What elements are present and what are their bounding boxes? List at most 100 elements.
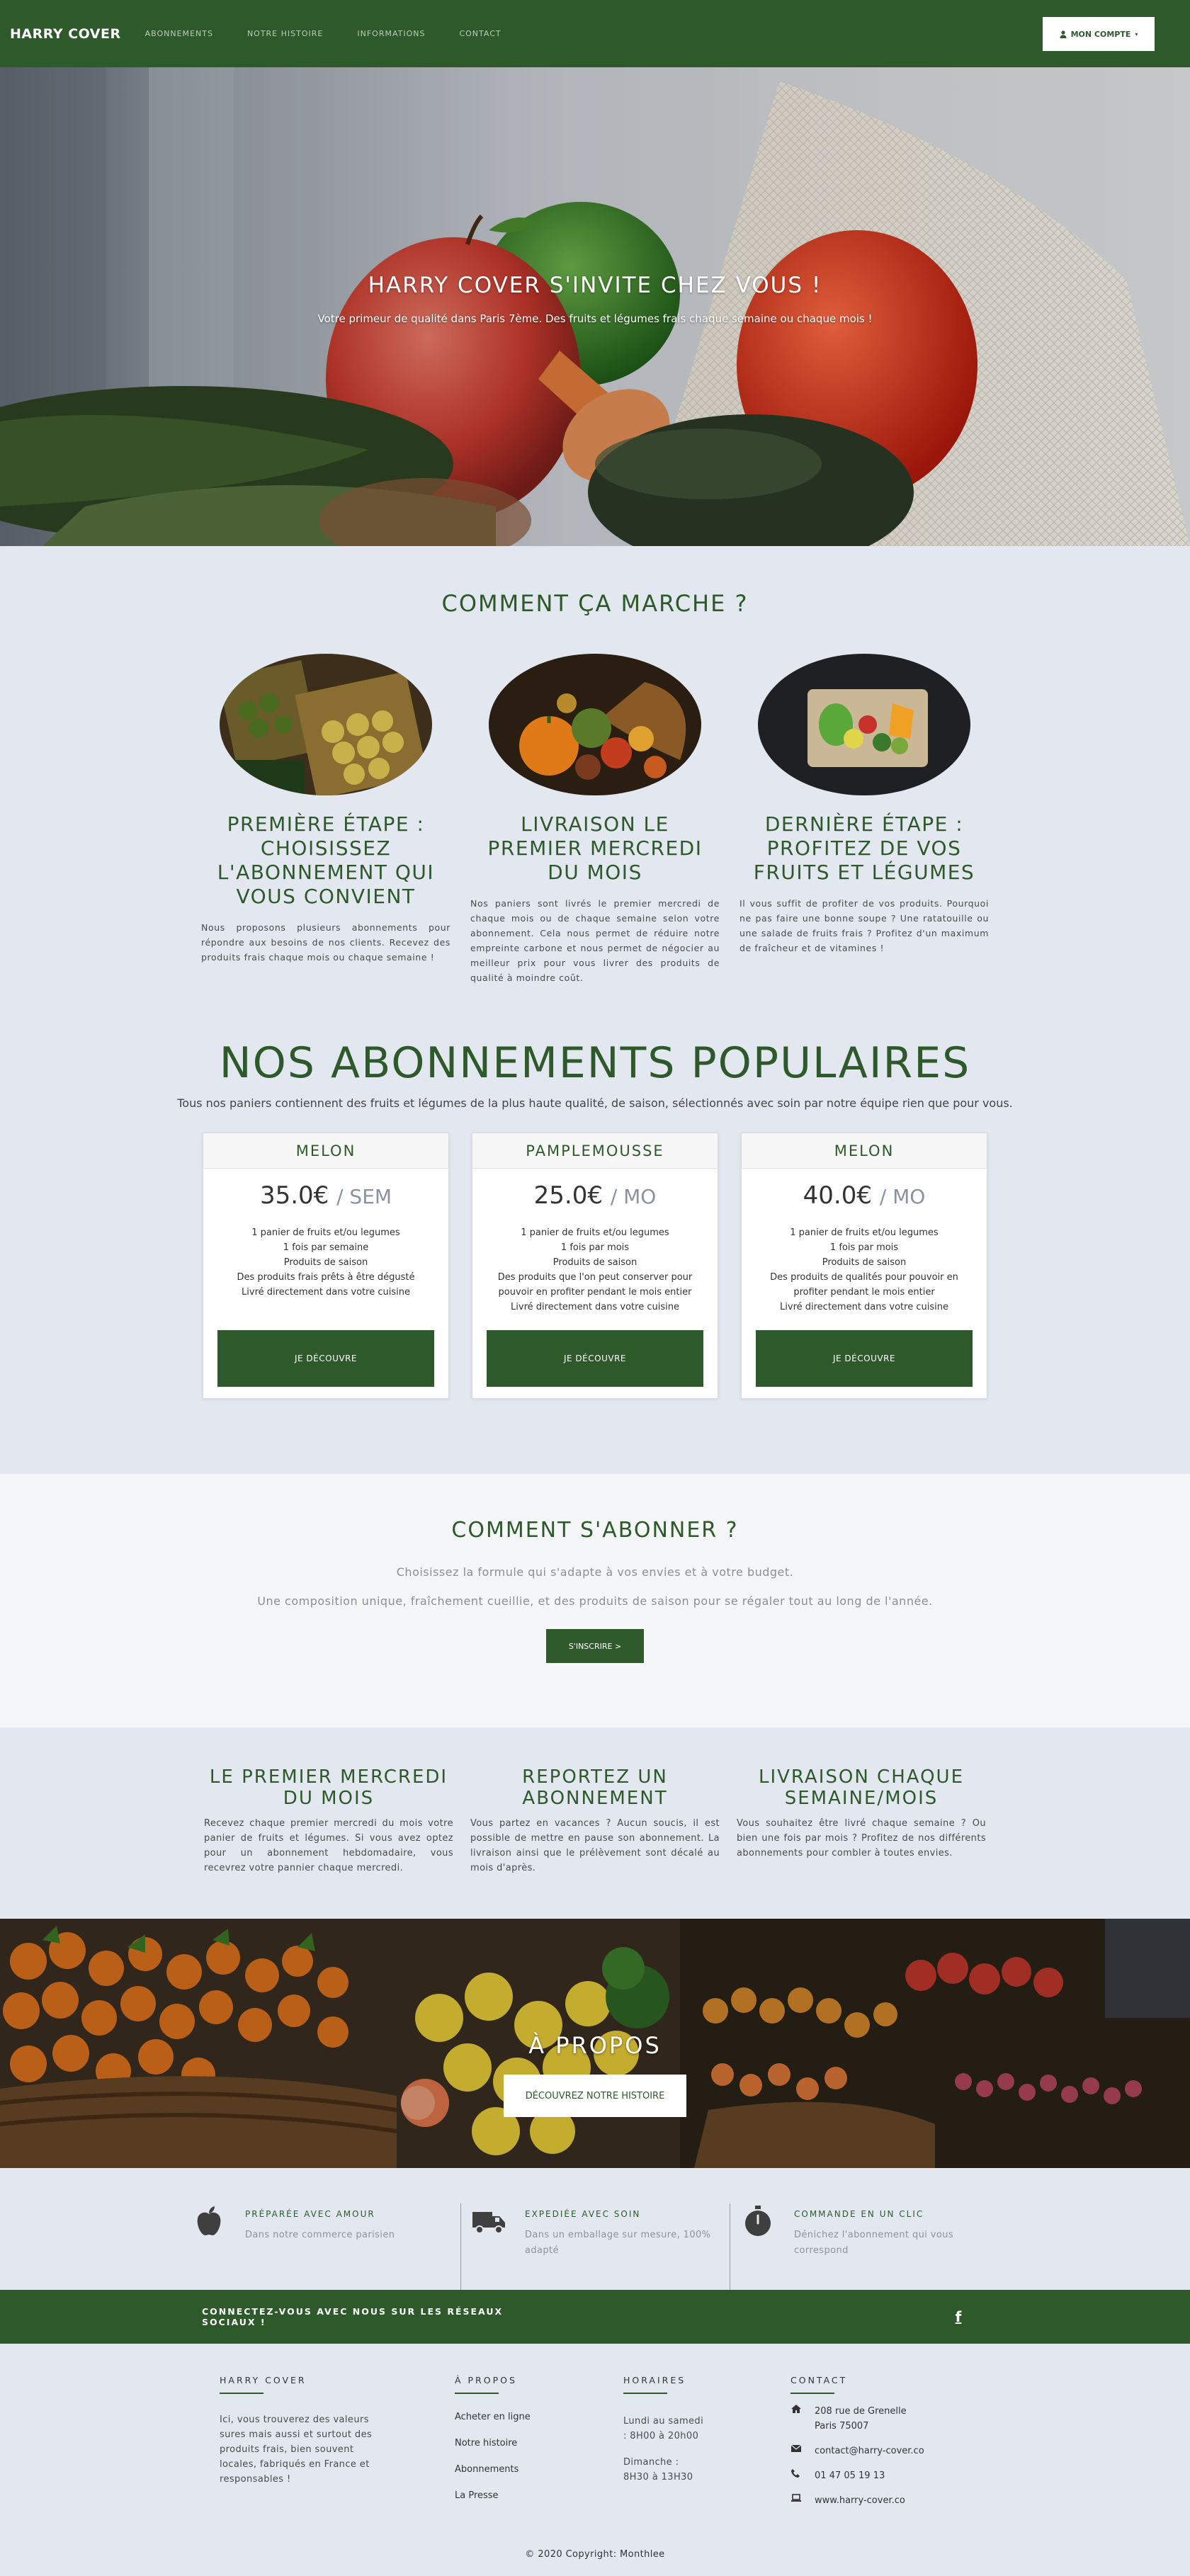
- feature-text: Vous souhaitez être livré chaque semaine…: [737, 1818, 986, 1859]
- footer-link-presse[interactable]: La Presse: [455, 2491, 623, 2501]
- plan-card: MELON 35.0€ / SEM 1 panier de fruits et/…: [203, 1133, 449, 1399]
- plan-name: MELON: [742, 1133, 987, 1169]
- harvest-cornucopia-image: [489, 654, 701, 795]
- feature-text: Vous partez en vacances ? Aucun soucis, …: [470, 1818, 720, 1873]
- facebook-icon[interactable]: f: [948, 2308, 969, 2325]
- plan-feature: 1 fois par mois: [829, 1242, 899, 1253]
- plan-price-value: 25.0€: [533, 1181, 603, 1210]
- envelope-icon: [790, 2444, 802, 2452]
- plan-feature: Des produits de qualités pour pouvoir en: [770, 1272, 958, 1283]
- plan-feature: Produits de saison: [822, 1257, 907, 1268]
- perk-title: EXPEDIÉE AVEC SOIN: [525, 2209, 641, 2219]
- perk-text: Dans un emballage sur mesure, 100% adapt…: [525, 2230, 711, 2256]
- social-bar: CONNECTEZ-VOUS AVEC NOUS SUR LES RÉSEAUX…: [0, 2290, 1190, 2344]
- feature-block: REPORTEZ UN ABONNEMENT Vous partez en va…: [470, 1766, 720, 1919]
- feature-block: LE PREMIER MERCREDI DU MOIS Recevez chaq…: [204, 1766, 453, 1919]
- truck-icon: [472, 2212, 505, 2234]
- footer-link-acheter[interactable]: Acheter en ligne: [455, 2412, 623, 2422]
- step-1-title: PREMIÈRE ÉTAPE : CHOISISSEZ L'ABONNEMENT…: [217, 812, 435, 908]
- discover-plan-button[interactable]: JE DÉCOUVRE: [756, 1330, 973, 1387]
- popular-title: NOS ABONNEMENTS POPULAIRES: [219, 1038, 971, 1088]
- account-dropdown-button[interactable]: MON COMPTE ▾: [1043, 17, 1155, 51]
- discover-story-button[interactable]: DÉCOUVREZ NOTRE HISTOIRE: [504, 2075, 686, 2117]
- perks-section: PRÉPARÉE AVEC AMOUR Dans notre commerce …: [0, 2168, 1190, 2290]
- contact-phone[interactable]: 01 47 05 19 13: [790, 2468, 989, 2483]
- discover-plan-button[interactable]: JE DÉCOUVRE: [487, 1330, 703, 1387]
- plan-feature: profiter pendant le mois entier: [793, 1287, 935, 1298]
- plan-feature: pouvoir en profiter pendant le mois enti…: [498, 1287, 692, 1298]
- footer-divider: [790, 2393, 834, 2394]
- how-to-subscribe-section: COMMENT S'ABONNER ? Choisissez la formul…: [0, 1474, 1190, 1727]
- features-section: LE PREMIER MERCREDI DU MOIS Recevez chaq…: [0, 1727, 1190, 1919]
- phone-text: 01 47 05 19 13: [815, 2470, 885, 2481]
- how-title: COMMENT ÇA MARCHE ?: [441, 590, 749, 617]
- plan-feature: Livré directement dans votre cuisine: [511, 1302, 679, 1312]
- nav-link-contact[interactable]: CONTACT: [459, 29, 501, 38]
- footer-divider: [455, 2393, 499, 2394]
- email-text: contact@harry-cover.co: [815, 2446, 924, 2456]
- laptop-icon: [791, 2494, 801, 2502]
- plan-price: 25.0€ / MO: [472, 1181, 718, 1210]
- plan-price-value: 35.0€: [259, 1181, 329, 1210]
- footer-brand-text: Ici, vous trouverez des valeurs sures ma…: [220, 2415, 373, 2485]
- plan-feature: 1 panier de fruits et/ou legumes: [521, 1227, 669, 1238]
- footer-link-histoire[interactable]: Notre histoire: [455, 2439, 623, 2449]
- footer-hours-title: HORAIRES: [623, 2375, 686, 2385]
- nav-links: ABONNEMENTS NOTRE HISTOIRE INFORMATIONS …: [145, 29, 502, 38]
- subscribe-line-1: Choisissez la formule qui s'adapte à vos…: [396, 1565, 794, 1579]
- hero-title: HARRY COVER S'INVITE CHEZ VOUS !: [368, 273, 822, 298]
- market-stall-image: [220, 654, 432, 795]
- footer-brand-column: HARRY COVER Ici, vous trouverez des vale…: [220, 2375, 455, 2508]
- step-card: DERNIÈRE ÉTAPE : PROFITEZ DE VOS FRUITS …: [740, 654, 989, 985]
- plan-features: 1 panier de fruits et/ou legumes 1 fois …: [742, 1225, 987, 1315]
- plan-feature: 1 panier de fruits et/ou legumes: [251, 1227, 400, 1238]
- footer-hours-column: HORAIRES Lundi au samedi : 8H00 à 20h00 …: [623, 2375, 790, 2508]
- popular-plans-section: NOS ABONNEMENTS POPULAIRES Tous nos pani…: [0, 1014, 1190, 1474]
- plan-feature: Des produits que l'on peut conserver pou…: [497, 1272, 693, 1283]
- footer-about-title: À PROPOS: [455, 2375, 517, 2385]
- subscribe-line-2: Une composition unique, fraîchement cuei…: [257, 1594, 933, 1608]
- plan-period: / MO: [879, 1185, 926, 1208]
- step-3-title: DERNIÈRE ÉTAPE : PROFITEZ DE VOS FRUITS …: [753, 812, 975, 884]
- feature-title: REPORTEZ UN ABONNEMENT: [522, 1766, 668, 1809]
- brand-logo[interactable]: HARRY COVER: [10, 26, 121, 42]
- plan-card: PAMPLEMOUSSE 25.0€ / MO 1 panier de frui…: [472, 1133, 718, 1399]
- popular-subtitle: Tous nos paniers contiennent des fruits …: [177, 1096, 1013, 1110]
- footer-contact-title: CONTACT: [790, 2375, 848, 2385]
- nav-link-notre-histoire[interactable]: NOTRE HISTOIRE: [247, 29, 323, 38]
- phone-icon: [791, 2469, 800, 2478]
- plan-features: 1 panier de fruits et/ou legumes 1 fois …: [472, 1225, 718, 1315]
- plan-name: MELON: [203, 1133, 448, 1169]
- home-icon: [791, 2405, 801, 2413]
- feature-title: LE PREMIER MERCREDI DU MOIS: [209, 1766, 448, 1809]
- footer-link-abonnements[interactable]: Abonnements: [455, 2465, 623, 2475]
- plan-feature: Des produits frais prêts à être dégusté: [237, 1272, 415, 1283]
- site-footer: HARRY COVER Ici, vous trouverez des vale…: [0, 2344, 1190, 2576]
- nav-link-abonnements[interactable]: ABONNEMENTS: [145, 29, 213, 38]
- step-2-text: Nos paniers sont livrés le premier mercr…: [470, 898, 720, 983]
- perk-item: COMMANDE EN UN CLIC Dénichez l'abonnemen…: [730, 2203, 999, 2290]
- footer-brand-title: HARRY COVER: [220, 2375, 307, 2385]
- nav-link-informations[interactable]: INFORMATIONS: [357, 29, 425, 38]
- top-navbar: HARRY COVER ABONNEMENTS NOTRE HISTOIRE I…: [0, 0, 1190, 67]
- user-icon: [1060, 30, 1067, 38]
- step-2-title: LIVRAISON LE PREMIER MERCREDI DU MOIS: [487, 812, 703, 884]
- plan-features: 1 panier de fruits et/ou legumes 1 fois …: [203, 1225, 448, 1300]
- hours-weekdays: Lundi au samedi : 8H00 à 20h00: [623, 2416, 704, 2441]
- plan-feature: 1 fois par mois: [560, 1242, 630, 1253]
- plan-feature: 1 panier de fruits et/ou legumes: [790, 1227, 939, 1238]
- hours-sunday: Dimanche : 8H30 à 13H30: [623, 2457, 693, 2483]
- signup-button[interactable]: S'INSCRIRE >: [546, 1629, 644, 1663]
- perk-text: Dans notre commerce parisien: [245, 2230, 395, 2240]
- contact-email[interactable]: contact@harry-cover.co: [790, 2444, 989, 2458]
- how-it-works-section: COMMENT ÇA MARCHE ? PREMIÈRE ÉTAPE : CHO…: [0, 546, 1190, 1014]
- address-text: 208 rue de Grenelle Paris 75007: [815, 2406, 907, 2432]
- perk-text: Dénichez l'abonnement qui vous correspon…: [794, 2230, 954, 2256]
- plan-period: / SEM: [336, 1185, 392, 1208]
- discover-plan-button[interactable]: JE DÉCOUVRE: [217, 1330, 434, 1387]
- social-cta-text: CONNECTEZ-VOUS AVEC NOUS SUR LES RÉSEAUX…: [202, 2306, 504, 2327]
- plan-period: / MO: [610, 1185, 657, 1208]
- cutting-board-fruits-image: [758, 654, 970, 795]
- footer-divider: [220, 2393, 264, 2394]
- contact-website[interactable]: www.harry-cover.co: [790, 2493, 989, 2508]
